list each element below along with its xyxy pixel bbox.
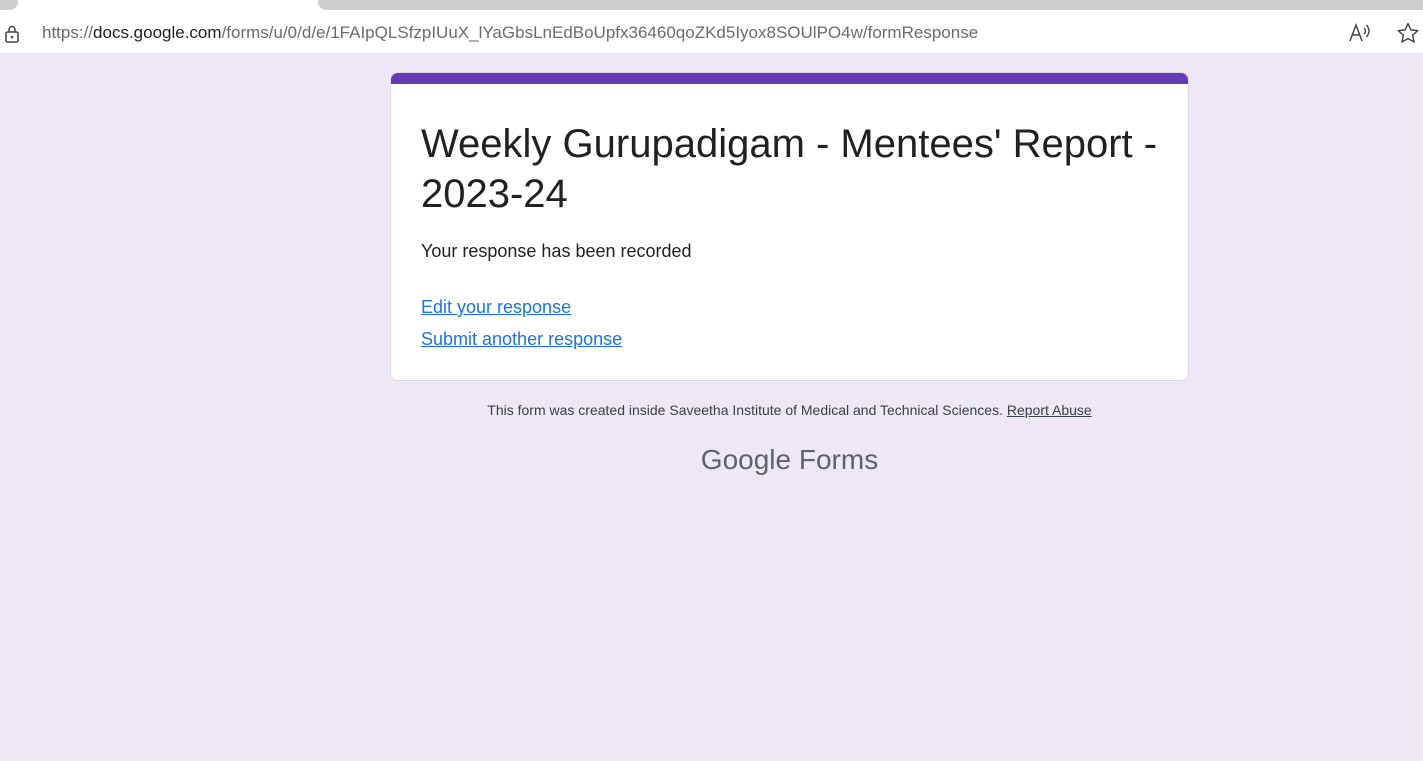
url-text[interactable]: https://docs.google.com/forms/u/0/d/e/1F… (42, 23, 978, 43)
url-host: docs.google.com (93, 23, 222, 42)
tab-right[interactable] (318, 0, 1423, 10)
url-path: /forms/u/0/d/e/1FAIpQLSfzpIUuX_lYaGbsLnE… (221, 23, 979, 42)
tab-strip (0, 0, 1423, 14)
footer-notice: This form was created inside Saveetha In… (390, 402, 1189, 418)
brand-forms: Forms (798, 444, 879, 475)
tab-left[interactable] (0, 0, 18, 10)
star-icon[interactable] (1396, 22, 1420, 44)
address-bar[interactable]: https://docs.google.com/forms/u/0/d/e/1F… (0, 14, 1423, 54)
lock-icon[interactable] (4, 24, 20, 44)
brand-google: Google (700, 444, 792, 475)
confirmation-message: Your response has been recorded (421, 241, 692, 261)
read-aloud-icon[interactable] (1348, 22, 1372, 44)
report-abuse-link[interactable]: Report Abuse (1007, 402, 1092, 418)
google-forms-logo[interactable]: Google Forms (390, 444, 1189, 476)
form-title: Weekly Gurupadigam - Mentees' Report - 2… (421, 122, 1158, 216)
url-prefix: https:// (42, 23, 94, 42)
footer-notice-text: This form was created inside Saveetha In… (487, 402, 1003, 418)
form-card: Weekly Gurupadigam - Mentees' Report - 2… (390, 72, 1189, 381)
card-accent-bar (391, 73, 1188, 84)
edit-response-link[interactable]: Edit your response (421, 297, 571, 318)
submit-another-link[interactable]: Submit another response (421, 329, 622, 350)
